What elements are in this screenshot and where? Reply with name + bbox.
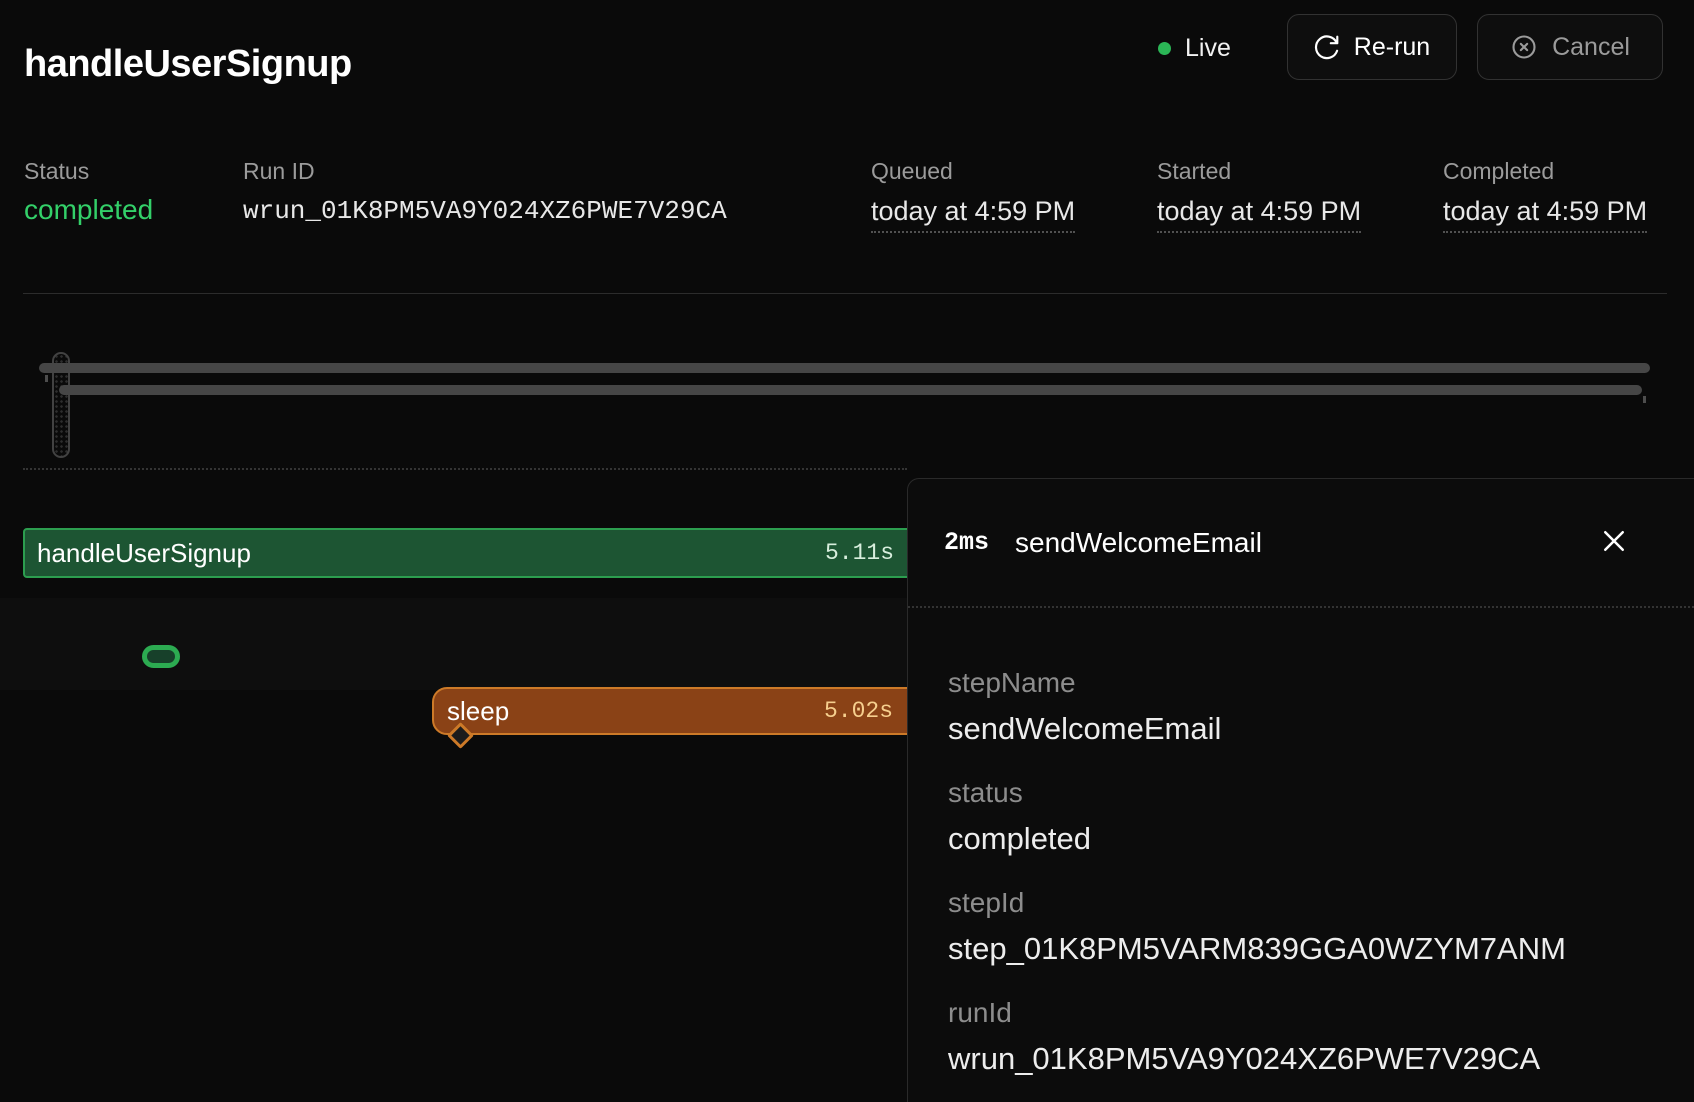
live-indicator: Live	[1158, 30, 1231, 66]
panel-step-duration: 2ms	[944, 528, 989, 557]
field-stepid-value: step_01K8PM5VARM839GGA0WZYM7ANM	[948, 931, 1664, 967]
circle-x-icon	[1510, 33, 1538, 61]
started-value[interactable]: today at 4:59 PM	[1157, 196, 1361, 233]
live-dot-icon	[1158, 42, 1171, 55]
field-status-value: completed	[948, 821, 1664, 857]
gantt-bar-duration: 5.02s	[434, 689, 893, 733]
completed-value[interactable]: today at 4:59 PM	[1443, 196, 1647, 233]
gantt-bar-sendwelcomeemail[interactable]	[142, 645, 180, 668]
field-stepid-label: stepId	[948, 886, 1664, 920]
field-status-label: status	[948, 776, 1664, 810]
field-stepname-label: stepName	[948, 666, 1664, 700]
close-icon	[1599, 526, 1629, 561]
gantt-top-border	[23, 468, 907, 470]
selected-row-highlight	[0, 598, 907, 690]
queued-label: Queued	[871, 158, 953, 185]
field-stepname-value: sendWelcomeEmail	[948, 711, 1664, 747]
panel-header: 2ms sendWelcomeEmail	[908, 479, 1694, 608]
field-runid-value: wrun_01K8PM5VA9Y024XZ6PWE7V29CA	[948, 1041, 1664, 1077]
started-label: Started	[1157, 158, 1231, 185]
page-title: handleUserSignup	[24, 43, 352, 86]
run-id-label: Run ID	[243, 158, 315, 185]
step-details-panel: 2ms sendWelcomeEmail stepName sendWelcom…	[907, 478, 1694, 1102]
header-divider	[23, 293, 1667, 294]
minimap-marker-right	[1643, 396, 1646, 403]
refresh-icon	[1314, 34, 1340, 60]
minimap-marker-left	[45, 375, 48, 382]
gantt-bar-duration: 5.11s	[25, 530, 894, 576]
minimap-bar-workflow	[39, 363, 1650, 373]
rerun-label: Re-run	[1354, 33, 1430, 62]
field-runid-label: runId	[948, 996, 1664, 1030]
cancel-button[interactable]: Cancel	[1477, 14, 1663, 80]
minimap-bar-sleep	[59, 385, 1642, 395]
queued-value[interactable]: today at 4:59 PM	[871, 196, 1075, 233]
close-panel-button[interactable]	[1590, 519, 1638, 567]
panel-step-title: sendWelcomeEmail	[1015, 527, 1262, 559]
cancel-label: Cancel	[1552, 33, 1630, 62]
status-value: completed	[24, 194, 153, 226]
completed-label: Completed	[1443, 158, 1554, 185]
live-label: Live	[1185, 34, 1231, 63]
run-id-value: wrun_01K8PM5VA9Y024XZ6PWE7V29CA	[243, 196, 727, 226]
rerun-button[interactable]: Re-run	[1287, 14, 1457, 80]
panel-body: stepName sendWelcomeEmail status complet…	[908, 608, 1694, 1077]
status-label: Status	[24, 158, 89, 185]
